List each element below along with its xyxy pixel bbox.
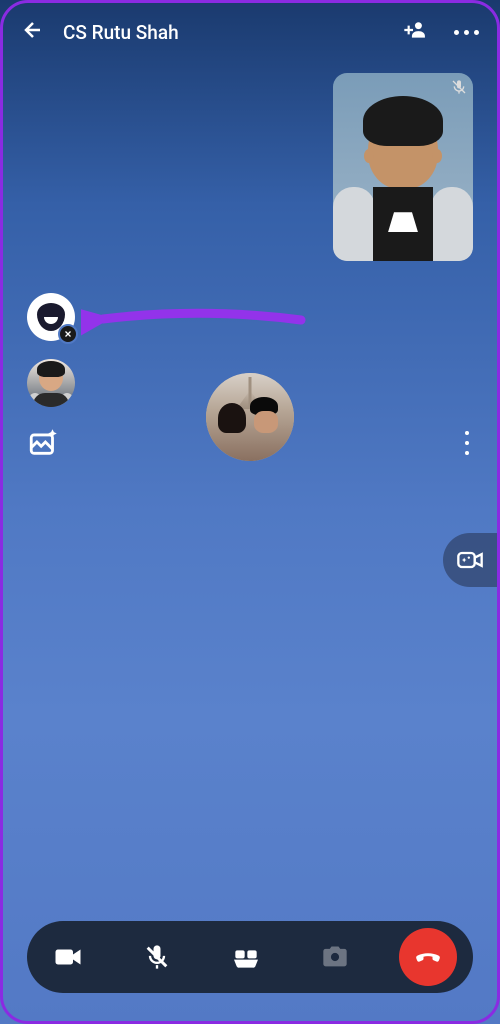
call-header: CS Rutu Shah [3,3,497,61]
contact-avatar [206,373,294,461]
video-effects-button[interactable] [443,533,497,587]
avatar-toggle-button[interactable] [27,293,75,341]
end-call-button[interactable] [399,928,457,986]
vertical-more-icon[interactable] [465,431,469,455]
side-buttons [27,293,75,461]
avatar [333,101,473,261]
mute-button[interactable] [132,932,182,982]
close-icon[interactable] [58,324,78,344]
camera-switch-button[interactable] [310,932,360,982]
self-video-preview[interactable] [333,73,473,261]
mic-muted-icon [451,79,467,99]
games-button[interactable] [221,932,271,982]
header-actions [400,17,479,47]
more-menu-icon[interactable] [454,30,479,35]
avatar-option-button[interactable] [27,359,75,407]
tutorial-pointer-arrow [81,295,311,349]
camera-button[interactable] [43,932,93,982]
back-arrow-icon[interactable] [21,18,45,46]
call-controls-bar [27,921,473,993]
call-title: CS Rutu Shah [63,21,382,44]
gallery-effects-icon[interactable] [27,425,63,461]
add-person-icon[interactable] [400,17,426,47]
